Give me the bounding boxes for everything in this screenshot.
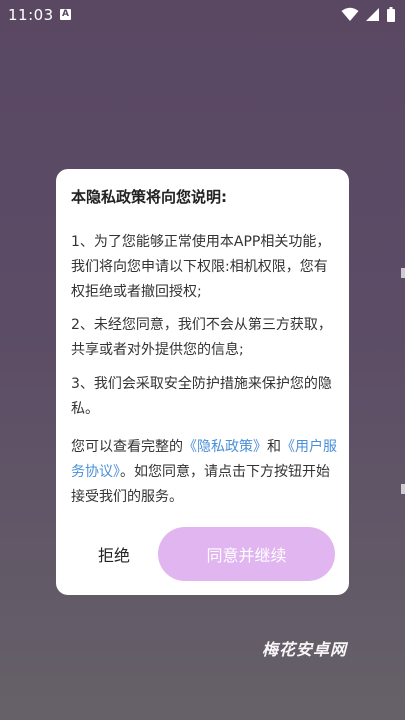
dialog-title: 本隐私政策将向您说明: bbox=[71, 188, 227, 206]
policy-point-3: 3、我们会采取安全防护措施来保护您的隐私。 bbox=[71, 376, 332, 417]
status-icons bbox=[339, 7, 395, 23]
edge-indicator bbox=[401, 484, 405, 494]
a-notification-icon: A bbox=[60, 9, 71, 20]
policy-point-2: 2、未经您同意，我们不会从第三方获取，共享或者对外提供您的信息; bbox=[71, 317, 332, 358]
edge-indicator bbox=[401, 268, 405, 278]
battery-icon bbox=[387, 7, 395, 22]
policy-point-1: 1、为了您能够正常使用本APP相关功能，我们将向您申请以下权限:相机权限，您有权… bbox=[71, 234, 331, 300]
notice-prefix: 您可以查看完整的 bbox=[71, 439, 183, 455]
privacy-dialog: 本隐私政策将向您说明: 1、为了您能够正常使用本APP相关功能，我们将向您申请以… bbox=[56, 169, 349, 595]
status-bar: 11:03 A bbox=[0, 0, 405, 30]
watermark: 梅花安卓网 bbox=[262, 640, 348, 659]
reject-button[interactable]: 拒绝 bbox=[81, 527, 147, 581]
notice-and: 和 bbox=[267, 439, 281, 455]
policy-notice: 您可以查看完整的《隐私政策》和《用户服务协议》。如您同意，请点击下方按钮开始接受… bbox=[71, 435, 337, 510]
status-time: 11:03 bbox=[8, 6, 54, 24]
signal-icon bbox=[366, 8, 380, 21]
privacy-policy-link[interactable]: 《隐私政策》 bbox=[183, 439, 267, 455]
agree-continue-button[interactable]: 同意并继续 bbox=[158, 527, 335, 581]
wifi-icon bbox=[341, 7, 359, 21]
